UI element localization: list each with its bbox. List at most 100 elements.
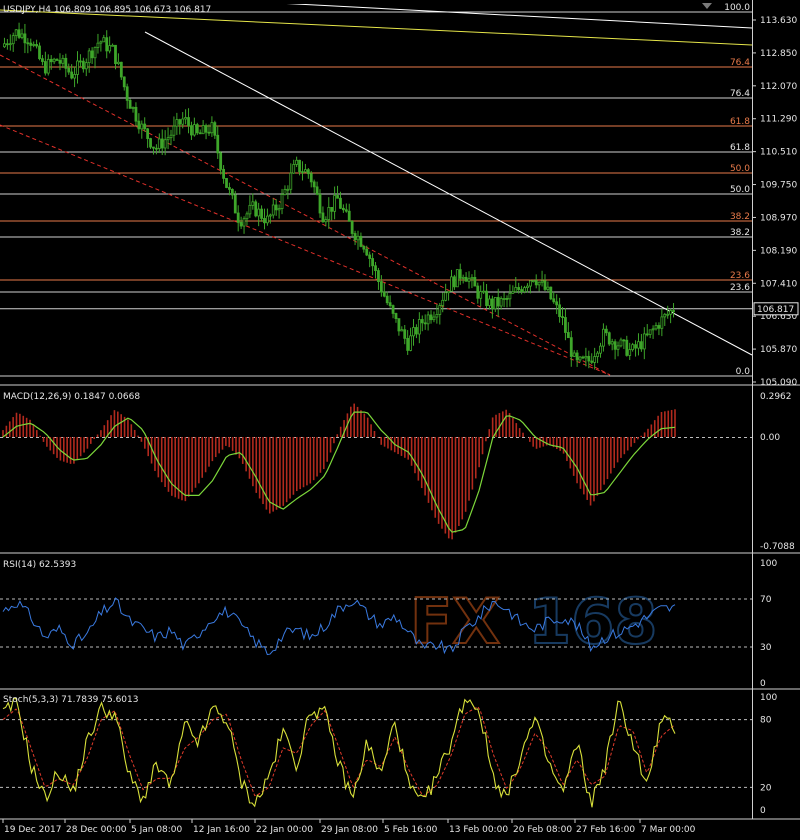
candle-body (137, 120, 141, 130)
candle-body (181, 118, 185, 125)
candle-body (303, 169, 307, 173)
candle-body (584, 355, 588, 359)
time-tick-label: 13 Feb 00:00 (449, 825, 508, 835)
time-tick-label: 5 Feb 16:00 (384, 825, 438, 835)
candle-body (534, 280, 538, 286)
candle-body (99, 41, 103, 44)
candle-body (409, 335, 412, 351)
candle-body (5, 43, 9, 46)
candle-body (32, 44, 36, 46)
candle-body (578, 356, 582, 361)
rsi-panel: 100 70 30 0 RSI(14) 62.5393 (0, 559, 777, 689)
candle-body (257, 208, 261, 217)
candle-body (295, 159, 299, 165)
rsi-title: RSI(14) 62.5393 (3, 560, 76, 570)
candle-body (43, 61, 47, 74)
candle-body (569, 337, 573, 357)
candle-body (640, 341, 643, 350)
candle-body (201, 125, 205, 135)
candle-body (292, 164, 296, 174)
candle-body (672, 310, 675, 313)
time-tick-label: 7 Mar 00:00 (641, 825, 696, 835)
candle-body (134, 106, 138, 122)
time-tick-label: 27 Feb 16:00 (576, 825, 635, 835)
candle-body (669, 310, 673, 315)
candle-body (391, 305, 395, 314)
candle-body (520, 289, 524, 293)
candle-body (327, 206, 331, 220)
candle-body (190, 125, 193, 136)
candle-body (146, 128, 150, 139)
stochastic-axis: 100 80 20 0 (760, 693, 777, 816)
candle-body (286, 188, 290, 191)
candle-body (572, 352, 576, 357)
candle-body (371, 258, 375, 267)
candle-body (523, 287, 526, 293)
candle-body (593, 356, 597, 363)
candle-body (651, 328, 655, 331)
collapse-arrow-icon[interactable] (702, 3, 712, 9)
candle-body (476, 285, 480, 299)
candle-body (385, 295, 389, 304)
candle-body (184, 117, 188, 120)
candle-body (581, 356, 585, 359)
candle-body (274, 204, 278, 211)
candle-body (531, 280, 535, 283)
candle-body (96, 42, 100, 48)
macd-tick-label: -0.7088 (760, 542, 795, 552)
candle-body (458, 269, 462, 279)
candle-body (382, 291, 386, 297)
candle-body (648, 329, 652, 335)
macd-panel: 0.2962 0.00 -0.7088 MACD(12,26,9) 0.1847 0… (0, 392, 795, 552)
candle-body (268, 214, 272, 217)
fibonacci-levels: 76.4 61.8 50.0 38.2 23.6 100.0 76.4 61.8 50.0 38.… (0, 3, 752, 377)
fib-label-b: 23.6 (730, 283, 750, 293)
rsi-tick-label: 70 (760, 595, 772, 605)
price-tick-label: 105.870 (760, 345, 797, 355)
stochastic-signal-line (2, 706, 676, 797)
candle-body (566, 332, 570, 339)
time-tick-label: 28 Dec 00:00 (66, 825, 127, 835)
candle-body (344, 209, 348, 212)
candle-body (455, 269, 459, 288)
yellow-trend-line (0, 9, 752, 46)
stochastic-tick-label: 20 (760, 783, 772, 793)
candle-body (204, 125, 208, 133)
candle-body (157, 138, 161, 149)
current-price-label: 106.817 (757, 305, 794, 315)
candle-body (438, 305, 442, 315)
candle-body (575, 352, 579, 361)
candle-body (607, 332, 611, 345)
price-tick-label: 112.850 (760, 49, 797, 59)
candle-body (61, 57, 65, 64)
candle-body (657, 325, 661, 329)
candle-body (93, 46, 97, 59)
candle-body (435, 314, 439, 318)
candle-body (254, 201, 258, 217)
candle-body (236, 212, 240, 223)
price-tick-label: 108.190 (760, 246, 797, 256)
stochastic-levels (0, 719, 752, 788)
candle-body (166, 137, 170, 141)
candle-body (324, 219, 328, 223)
candle-body (359, 235, 363, 247)
candle-body (280, 194, 284, 209)
candle-body (637, 341, 640, 349)
candle-body (233, 194, 237, 214)
candle-body (73, 74, 76, 79)
candle-body (122, 76, 126, 88)
candle-body (499, 298, 503, 307)
candle-body (11, 35, 15, 45)
candle-body (549, 286, 553, 300)
candle-body (90, 50, 94, 59)
candle-body (38, 45, 41, 60)
candle-body (403, 329, 407, 339)
candle-body (35, 44, 38, 47)
candle-body (561, 316, 564, 319)
candle-body (587, 355, 591, 362)
candle-body (426, 314, 430, 325)
candle-body (473, 277, 477, 287)
candle-body (406, 337, 410, 351)
candle-body (213, 122, 217, 136)
price-axis: 113.630 112.850 112.070 111.290 110.510 109.7… (752, 16, 797, 388)
